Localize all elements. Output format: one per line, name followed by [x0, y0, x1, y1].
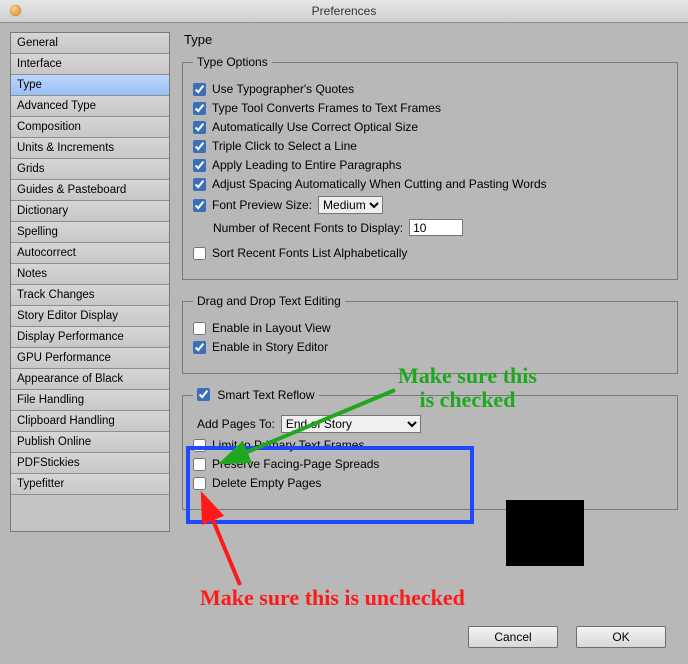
triple-click-label: Triple Click to Select a Line — [212, 139, 357, 153]
sidebar-item-track-changes[interactable]: Track Changes — [11, 285, 169, 306]
add-pages-to-label: Add Pages To: — [197, 417, 275, 431]
sidebar-item-gpu-performance[interactable]: GPU Performance — [11, 348, 169, 369]
window-title: Preferences — [0, 0, 688, 22]
limit-primary-frames-label: Limit to Primary Text Frames — [212, 438, 364, 452]
sidebar-item-notes[interactable]: Notes — [11, 264, 169, 285]
preserve-facing-checkbox[interactable] — [193, 458, 206, 471]
enable-story-editor-label: Enable in Story Editor — [212, 340, 328, 354]
drag-drop-group: Drag and Drop Text Editing Enable in Lay… — [182, 294, 678, 374]
limit-primary-frames-checkbox[interactable] — [193, 439, 206, 452]
adjust-spacing-checkbox[interactable] — [193, 178, 206, 191]
sort-recent-label: Sort Recent Fonts List Alphabetically — [212, 246, 407, 260]
optical-size-label: Automatically Use Correct Optical Size — [212, 120, 418, 134]
sidebar-item-display-performance[interactable]: Display Performance — [11, 327, 169, 348]
sidebar-item-appearance-of-black[interactable]: Appearance of Black — [11, 369, 169, 390]
type-options-legend: Type Options — [193, 55, 272, 69]
typographers-quotes-label: Use Typographer's Quotes — [212, 82, 354, 96]
smart-text-reflow-checkbox[interactable] — [197, 388, 210, 401]
font-preview-label: Font Preview Size: — [212, 198, 312, 212]
add-pages-to-select[interactable]: End of Story — [281, 415, 421, 433]
sidebar-item-file-handling[interactable]: File Handling — [11, 390, 169, 411]
recent-fonts-input[interactable] — [409, 219, 463, 236]
drag-drop-legend: Drag and Drop Text Editing — [193, 294, 345, 308]
sidebar-item-composition[interactable]: Composition — [11, 117, 169, 138]
sidebar-item-publish-online[interactable]: Publish Online — [11, 432, 169, 453]
preferences-content: Type Type Options Use Typographer's Quot… — [182, 32, 678, 609]
sidebar-item-typefitter[interactable]: Typefitter — [11, 474, 169, 495]
preferences-category-list: GeneralInterfaceTypeAdvanced TypeComposi… — [10, 32, 170, 532]
delete-empty-pages-checkbox[interactable] — [193, 477, 206, 490]
font-preview-checkbox[interactable] — [193, 199, 206, 212]
smart-text-reflow-legend-text: Smart Text Reflow — [217, 388, 314, 402]
sidebar-item-guides-pasteboard[interactable]: Guides & Pasteboard — [11, 180, 169, 201]
apply-leading-label: Apply Leading to Entire Paragraphs — [212, 158, 401, 172]
sidebar-item-dictionary[interactable]: Dictionary — [11, 201, 169, 222]
enable-layout-view-label: Enable in Layout View — [212, 321, 331, 335]
sidebar-item-autocorrect[interactable]: Autocorrect — [11, 243, 169, 264]
optical-size-checkbox[interactable] — [193, 121, 206, 134]
redaction-block — [506, 500, 584, 566]
sidebar-item-interface[interactable]: Interface — [11, 54, 169, 75]
smart-text-reflow-legend: Smart Text Reflow — [193, 388, 319, 402]
type-options-group: Type Options Use Typographer's Quotes Ty… — [182, 55, 678, 280]
cancel-button[interactable]: Cancel — [468, 626, 558, 648]
triple-click-checkbox[interactable] — [193, 140, 206, 153]
apply-leading-checkbox[interactable] — [193, 159, 206, 172]
preserve-facing-label: Preserve Facing-Page Spreads — [212, 457, 379, 471]
smart-text-reflow-group: Smart Text Reflow Add Pages To: End of S… — [182, 388, 678, 510]
sidebar-item-spelling[interactable]: Spelling — [11, 222, 169, 243]
window-title-bar: Preferences — [0, 0, 688, 23]
sidebar-item-pdfstickies[interactable]: PDFStickies — [11, 453, 169, 474]
typographers-quotes-checkbox[interactable] — [193, 83, 206, 96]
sidebar-item-advanced-type[interactable]: Advanced Type — [11, 96, 169, 117]
enable-layout-view-checkbox[interactable] — [193, 322, 206, 335]
sort-recent-checkbox[interactable] — [193, 247, 206, 260]
sidebar-item-clipboard-handling[interactable]: Clipboard Handling — [11, 411, 169, 432]
adjust-spacing-label: Adjust Spacing Automatically When Cuttin… — [212, 177, 547, 191]
font-preview-size-select[interactable]: Medium — [318, 196, 383, 214]
sidebar-item-units-increments[interactable]: Units & Increments — [11, 138, 169, 159]
recent-fonts-label: Number of Recent Fonts to Display: — [213, 221, 403, 235]
convert-frames-checkbox[interactable] — [193, 102, 206, 115]
convert-frames-label: Type Tool Converts Frames to Text Frames — [212, 101, 441, 115]
sidebar-item-type[interactable]: Type — [11, 75, 169, 96]
delete-empty-pages-label: Delete Empty Pages — [212, 476, 321, 490]
page-heading: Type — [184, 32, 678, 47]
ok-button[interactable]: OK — [576, 626, 666, 648]
sidebar-item-grids[interactable]: Grids — [11, 159, 169, 180]
sidebar-item-general[interactable]: General — [11, 33, 169, 54]
sidebar-item-story-editor-display[interactable]: Story Editor Display — [11, 306, 169, 327]
enable-story-editor-checkbox[interactable] — [193, 341, 206, 354]
